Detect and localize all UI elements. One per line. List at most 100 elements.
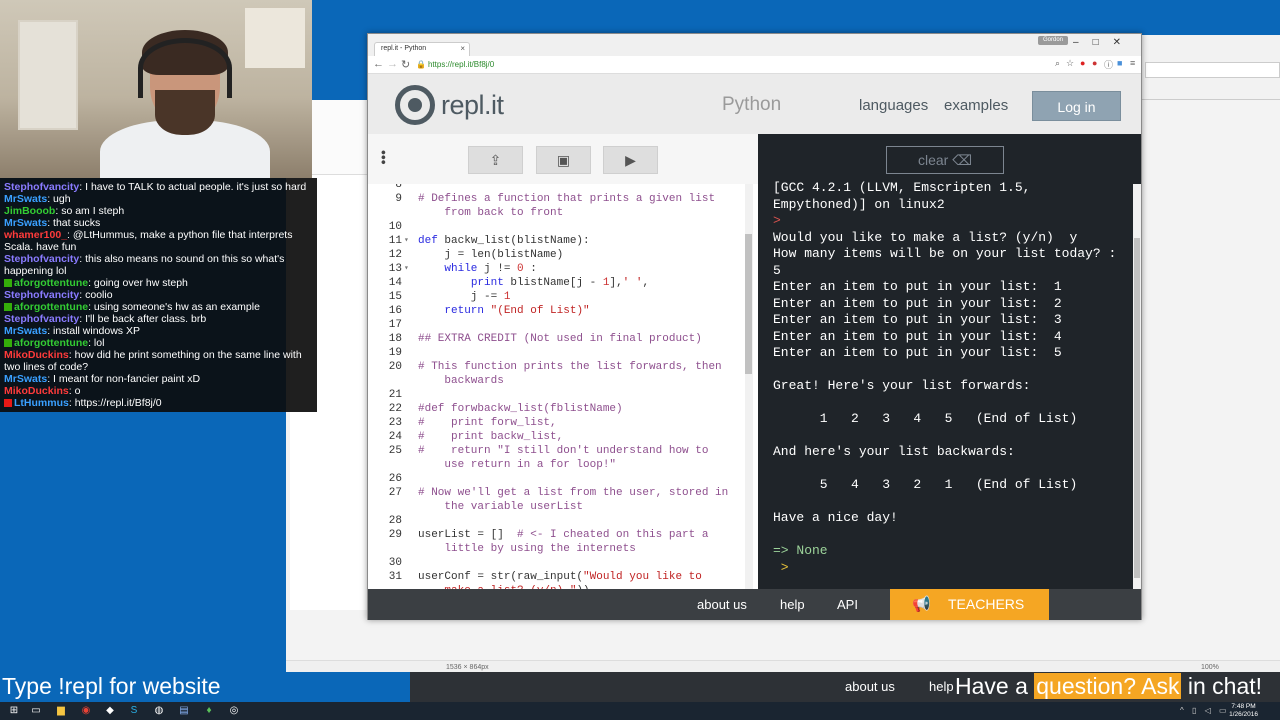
line-number: 20 bbox=[388, 361, 402, 373]
fold-arrow-icon[interactable]: ▾ bbox=[404, 234, 409, 248]
chat-message: MrSwats: install windows XP bbox=[4, 325, 313, 337]
extension-icon[interactable]: ● bbox=[1092, 58, 1097, 68]
chat-username[interactable]: aforgottentune bbox=[14, 301, 88, 313]
console-output[interactable]: [GCC 4.2.1 (LLVM, Emscripten 1.5, Empytho… bbox=[773, 180, 1133, 576]
chat-username[interactable]: aforgottentune bbox=[14, 337, 88, 349]
code-text: j -= 1 bbox=[418, 291, 511, 303]
app-icon-2[interactable]: ◍ bbox=[153, 705, 165, 717]
search-icon[interactable]: ⌕ bbox=[1055, 58, 1060, 69]
line-number: 11 bbox=[388, 235, 402, 247]
teachers-button[interactable]: 📢 TEACHERS bbox=[890, 589, 1049, 620]
chat-username[interactable]: MikoDuckins bbox=[4, 349, 69, 361]
chat-text: : that sucks bbox=[47, 217, 101, 229]
canvas-size-label: 1536 × 864px bbox=[446, 664, 489, 671]
line-number: 21 bbox=[388, 389, 402, 401]
footer-api-link[interactable]: API bbox=[837, 597, 858, 612]
forward-icon[interactable]: → bbox=[387, 58, 398, 70]
editor-toolbar: ••• ⇪ ▣ ▶ bbox=[368, 134, 758, 184]
line-number: 15 bbox=[388, 291, 402, 303]
fold-arrow-icon[interactable]: ▾ bbox=[404, 262, 409, 276]
chat-username[interactable]: aforgottentune bbox=[14, 277, 88, 289]
chrome-menu-icon[interactable]: ≡ bbox=[1130, 58, 1135, 68]
chat-username[interactable]: MrSwats bbox=[4, 373, 47, 385]
adblock-icon[interactable]: ● bbox=[1080, 58, 1085, 68]
app-icon-3[interactable]: ▤ bbox=[178, 705, 190, 717]
skype-icon[interactable]: S bbox=[128, 705, 140, 717]
chat-text: : lol bbox=[88, 337, 105, 349]
line-number: 26 bbox=[388, 473, 402, 485]
console-line: Enter an item to put in your list: 4 bbox=[773, 328, 1062, 344]
address-bar[interactable]: 🔒 https://repl.it/Bf8j/0 bbox=[416, 58, 1046, 72]
chrome-icon[interactable]: ◉ bbox=[80, 705, 92, 717]
code-text: def backw_list(blistName): bbox=[418, 235, 590, 247]
info-icon[interactable]: ⓘ bbox=[1104, 58, 1113, 71]
file-explorer-icon[interactable]: ▆ bbox=[55, 705, 67, 717]
share-icon: ⇪ bbox=[489, 152, 502, 168]
save-button[interactable]: ▣ bbox=[536, 146, 591, 174]
repl-logo-text[interactable]: repl.it bbox=[441, 90, 504, 121]
footer-help-link[interactable]: help bbox=[780, 597, 805, 612]
nav-examples-link[interactable]: examples bbox=[944, 97, 1008, 114]
line-number: 25 bbox=[388, 445, 402, 457]
reload-icon[interactable]: ↻ bbox=[401, 58, 410, 71]
console-line: [GCC 4.2.1 (LLVM, Emscripten 1.5, bbox=[773, 180, 1031, 195]
line-number: 28 bbox=[388, 515, 402, 527]
start-windows-icon[interactable]: ⊞ bbox=[8, 705, 20, 717]
login-button[interactable]: Log in bbox=[1032, 91, 1121, 121]
chat-username[interactable]: whamer100_ bbox=[4, 229, 67, 241]
chat-username[interactable]: Stephofvancity bbox=[4, 253, 79, 265]
chat-username[interactable]: JimBooob bbox=[4, 205, 55, 217]
console-line: Enter an item to put in your list: 5 bbox=[773, 345, 1062, 360]
chat-username[interactable]: Stephofvancity bbox=[4, 181, 79, 193]
webcam-background-door bbox=[18, 20, 78, 130]
code-text: while j != 0 : bbox=[444, 263, 537, 275]
app-icon-4[interactable]: ♦ bbox=[203, 705, 215, 717]
app-icon-5[interactable]: ◎ bbox=[228, 705, 240, 717]
address-url: https://repl.it/Bf8j/0 bbox=[427, 60, 495, 69]
chat-username[interactable]: LtHummus bbox=[14, 397, 69, 409]
code-area[interactable]: 8 9 # Defines a function that prints a giv… bbox=[368, 184, 746, 589]
console-line: 5 bbox=[773, 262, 781, 278]
chat-message: MikoDuckins: o bbox=[4, 385, 313, 397]
play-icon: ▶ bbox=[625, 152, 636, 168]
chat-username[interactable]: MrSwats bbox=[4, 193, 47, 205]
extension-2-icon[interactable]: ■ bbox=[1117, 58, 1122, 68]
nav-languages-link[interactable]: languages bbox=[859, 97, 928, 114]
window-controls[interactable]: –□✕ bbox=[1073, 37, 1135, 48]
chat-text: : I'll be back after class. brb bbox=[79, 313, 207, 325]
close-tab-icon[interactable]: × bbox=[460, 44, 465, 53]
browser-tab[interactable]: repl.it - Python × bbox=[374, 42, 470, 56]
task-view-icon[interactable]: ▭ bbox=[30, 705, 42, 717]
code-text: ## EXTRA CREDIT (Not used in final produ… bbox=[418, 333, 702, 345]
chat-username[interactable]: Stephofvancity bbox=[4, 289, 79, 301]
line-number: 27 bbox=[388, 487, 402, 499]
profile-badge[interactable]: Gordon bbox=[1038, 36, 1068, 45]
console-scrollbar-thumb[interactable] bbox=[1134, 238, 1140, 578]
bookmark-star-icon[interactable]: ☆ bbox=[1066, 58, 1074, 69]
chat-username[interactable]: MikoDuckins bbox=[4, 385, 69, 397]
app-icon-1[interactable]: ◆ bbox=[104, 705, 116, 717]
chat-message: JimBooob: so am I steph bbox=[4, 205, 313, 217]
clear-button[interactable]: clear ⌫ bbox=[886, 146, 1004, 174]
editor-scrollbar-thumb[interactable] bbox=[745, 234, 752, 374]
console-panel: clear ⌫ [GCC 4.2.1 (LLVM, Emscripten 1.5… bbox=[758, 134, 1141, 589]
system-tray[interactable]: ^ ▯ ◁ ▭ bbox=[1180, 706, 1230, 715]
repl-logo-icon[interactable] bbox=[395, 85, 435, 125]
chat-message: aforgottentune: using someone's hw as an… bbox=[4, 301, 313, 313]
line-number: 17 bbox=[388, 319, 402, 331]
browser-window: repl.it - Python × Gordon –□✕ ← → ↻ 🔒 htt… bbox=[367, 33, 1142, 620]
moderator-badge-icon bbox=[4, 339, 12, 347]
footer-about-link[interactable]: about us bbox=[697, 597, 747, 612]
back-icon[interactable]: ← bbox=[373, 58, 384, 70]
chat-username[interactable]: MrSwats bbox=[4, 325, 47, 337]
taskbar-clock[interactable]: 7:48 PM 1/26/2016 bbox=[1229, 703, 1258, 719]
chat-username[interactable]: Stephofvancity bbox=[4, 313, 79, 325]
chat-username[interactable]: MrSwats bbox=[4, 217, 47, 229]
share-button[interactable]: ⇪ bbox=[468, 146, 523, 174]
run-button[interactable]: ▶ bbox=[603, 146, 658, 174]
menu-dots-icon[interactable]: ••• bbox=[376, 150, 392, 165]
